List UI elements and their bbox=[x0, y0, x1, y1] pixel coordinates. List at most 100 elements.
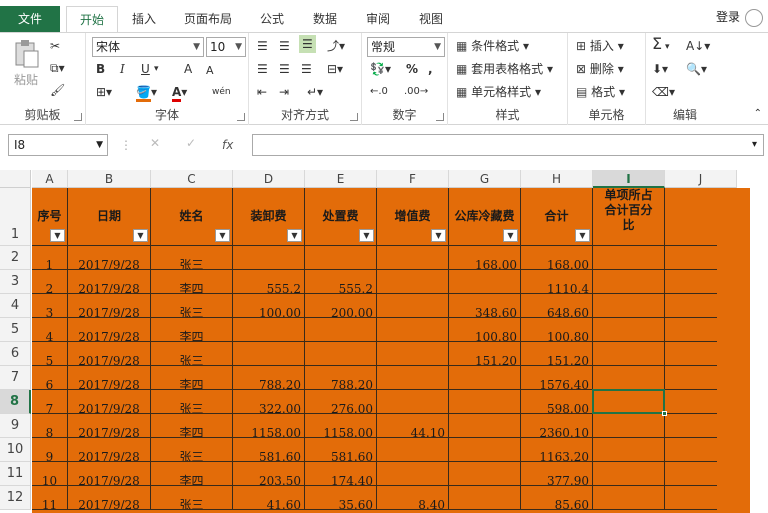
collapse-ribbon-icon[interactable]: ⌃ bbox=[754, 105, 762, 123]
data-cell[interactable] bbox=[449, 414, 521, 438]
data-cell[interactable]: 581.60 bbox=[305, 438, 377, 462]
insert-function-icon[interactable]: fx bbox=[222, 134, 233, 156]
data-cell[interactable] bbox=[305, 342, 377, 366]
row-header-3[interactable]: 3 bbox=[0, 270, 31, 294]
data-cell[interactable]: 张三 bbox=[151, 294, 233, 318]
column-header-e[interactable]: E bbox=[305, 170, 377, 188]
data-cell[interactable] bbox=[305, 318, 377, 342]
data-cell[interactable] bbox=[593, 342, 665, 366]
align-center-icon[interactable]: ☰ bbox=[279, 60, 290, 78]
column-header-i[interactable]: I bbox=[593, 170, 665, 188]
data-cell[interactable]: 李四 bbox=[151, 414, 233, 438]
row-header-9[interactable]: 9 bbox=[0, 414, 31, 438]
shrink-font-button[interactable]: A bbox=[206, 62, 214, 80]
fill-icon[interactable]: ⬇▾ bbox=[652, 60, 668, 78]
data-cell[interactable] bbox=[377, 342, 449, 366]
insert-cells-button[interactable]: ⊞ 插入 ▾ bbox=[576, 37, 624, 55]
underline-button[interactable]: U bbox=[141, 60, 150, 78]
number-launcher-icon[interactable] bbox=[436, 113, 444, 121]
data-cell[interactable]: 168.00 bbox=[449, 246, 521, 270]
data-cell[interactable]: 648.60 bbox=[521, 294, 593, 318]
data-cell[interactable]: 35.60 bbox=[305, 486, 377, 510]
data-cell[interactable]: 李四 bbox=[151, 318, 233, 342]
data-cell[interactable]: 348.60 bbox=[449, 294, 521, 318]
data-cell[interactable]: 2360.10 bbox=[521, 414, 593, 438]
data-cell[interactable]: 377.90 bbox=[521, 462, 593, 486]
fill-color-icon[interactable]: 🪣▾ bbox=[136, 83, 157, 102]
data-cell[interactable]: 100.80 bbox=[449, 318, 521, 342]
tab-formulas[interactable]: 公式 bbox=[252, 6, 292, 32]
data-cell[interactable]: 200.00 bbox=[305, 294, 377, 318]
fill-handle[interactable] bbox=[662, 411, 667, 416]
data-cell[interactable]: 174.40 bbox=[305, 462, 377, 486]
column-header-g[interactable]: G bbox=[449, 170, 521, 188]
data-cell[interactable]: 3 bbox=[32, 294, 68, 318]
data-cell[interactable]: 1 bbox=[32, 246, 68, 270]
autosum-icon[interactable]: Σ ▾ bbox=[652, 35, 670, 56]
data-cell[interactable] bbox=[593, 462, 665, 486]
data-cell[interactable]: 9 bbox=[32, 438, 68, 462]
filter-dropdown-icon[interactable]: ▼ bbox=[287, 229, 302, 242]
underline-dropdown-icon[interactable]: ▾ bbox=[154, 60, 159, 78]
data-cell[interactable]: 788.20 bbox=[233, 366, 305, 390]
tab-file[interactable]: 文件 bbox=[0, 6, 60, 32]
phonetic-button[interactable]: wén bbox=[212, 83, 231, 101]
data-cell[interactable] bbox=[449, 270, 521, 294]
filter-dropdown-icon[interactable]: ▼ bbox=[431, 229, 446, 242]
data-cell[interactable]: 8.40 bbox=[377, 486, 449, 510]
font-size-combo[interactable]: 10 ▼ bbox=[206, 37, 246, 57]
data-cell[interactable]: 10 bbox=[32, 462, 68, 486]
data-cell[interactable] bbox=[593, 414, 665, 438]
data-cell[interactable]: 598.00 bbox=[521, 390, 593, 414]
data-cell[interactable] bbox=[449, 366, 521, 390]
data-cell[interactable]: 322.00 bbox=[233, 390, 305, 414]
increase-indent-icon[interactable]: ⇥ bbox=[279, 83, 289, 101]
data-cell[interactable]: 151.20 bbox=[449, 342, 521, 366]
align-right-icon[interactable]: ☰ bbox=[301, 60, 312, 78]
clipboard-launcher-icon[interactable] bbox=[74, 113, 82, 121]
tab-insert[interactable]: 插入 bbox=[124, 6, 164, 32]
data-cell[interactable] bbox=[377, 390, 449, 414]
data-cell[interactable]: 7 bbox=[32, 390, 68, 414]
enter-icon[interactable]: ✓ bbox=[186, 136, 196, 150]
data-cell[interactable]: 2017/9/28 bbox=[68, 342, 151, 366]
decrease-decimal-icon[interactable]: .00→ bbox=[404, 83, 428, 101]
row-header-11[interactable]: 11 bbox=[0, 462, 31, 486]
grow-font-button[interactable]: A bbox=[184, 60, 192, 78]
tab-review[interactable]: 审阅 bbox=[358, 6, 398, 32]
data-cell[interactable]: 1163.20 bbox=[521, 438, 593, 462]
font-name-combo[interactable]: 宋体 ▼ bbox=[92, 37, 204, 57]
align-bottom-icon[interactable]: ☰ bbox=[299, 35, 316, 53]
empty-cell[interactable] bbox=[665, 438, 717, 462]
data-cell[interactable] bbox=[377, 294, 449, 318]
data-cell[interactable]: 100.80 bbox=[521, 318, 593, 342]
copy-icon[interactable]: ⧉▾ bbox=[50, 59, 65, 77]
percent-button[interactable]: % bbox=[406, 60, 418, 78]
data-cell[interactable] bbox=[593, 318, 665, 342]
data-cell[interactable] bbox=[377, 438, 449, 462]
filter-dropdown-icon[interactable]: ▼ bbox=[215, 229, 230, 242]
data-cell[interactable]: 6 bbox=[32, 366, 68, 390]
data-cell[interactable] bbox=[377, 270, 449, 294]
empty-cell[interactable] bbox=[665, 318, 717, 342]
data-cell[interactable] bbox=[593, 390, 665, 414]
data-cell[interactable]: 1576.40 bbox=[521, 366, 593, 390]
data-cell[interactable]: 李四 bbox=[151, 366, 233, 390]
select-all-button[interactable] bbox=[0, 170, 31, 188]
data-cell[interactable]: 张三 bbox=[151, 390, 233, 414]
empty-cell[interactable] bbox=[665, 414, 717, 438]
cancel-icon[interactable]: ✕ bbox=[150, 136, 160, 150]
data-cell[interactable] bbox=[233, 246, 305, 270]
format-painter-icon[interactable]: 🖌 bbox=[50, 81, 65, 99]
clear-icon[interactable]: ⌫▾ bbox=[652, 83, 675, 101]
data-cell[interactable] bbox=[305, 246, 377, 270]
data-cell[interactable] bbox=[593, 486, 665, 510]
wrap-text-icon[interactable]: ↵▾ bbox=[307, 83, 323, 101]
data-cell[interactable]: 2017/9/28 bbox=[68, 318, 151, 342]
data-cell[interactable] bbox=[449, 438, 521, 462]
data-cell[interactable]: 张三 bbox=[151, 246, 233, 270]
number-format-combo[interactable]: 常规 ▼ bbox=[367, 37, 445, 57]
align-middle-icon[interactable]: ☰ bbox=[279, 37, 290, 55]
data-cell[interactable] bbox=[593, 270, 665, 294]
column-header-d[interactable]: D bbox=[233, 170, 305, 188]
